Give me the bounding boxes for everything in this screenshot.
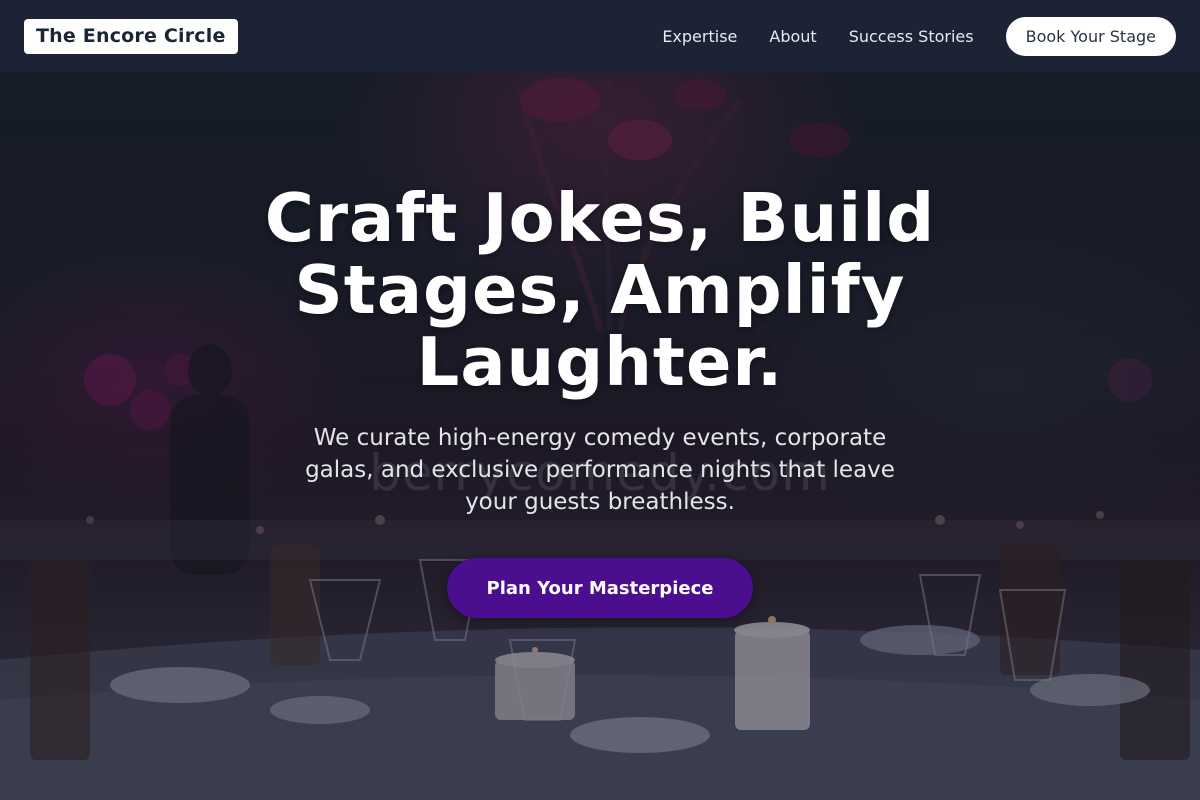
nav-link-about[interactable]: About <box>769 27 816 46</box>
nav-link-expertise[interactable]: Expertise <box>662 27 737 46</box>
hero-title: Craft Jokes, Build Stages, Amplify Laugh… <box>200 182 1000 398</box>
main-nav: Expertise About Success Stories Book You… <box>662 16 1176 56</box>
hero-title-line-3: Laughter. <box>416 323 784 401</box>
hero-subtitle: We curate high-energy comedy events, cor… <box>305 425 895 515</box>
nav-link-success-stories[interactable]: Success Stories <box>849 27 974 46</box>
landing-page: The Encore Circle Expertise About Succes… <box>0 0 1200 800</box>
book-your-stage-button[interactable]: Book Your Stage <box>1005 16 1176 56</box>
site-header: The Encore Circle Expertise About Succes… <box>0 0 1200 72</box>
hero-section: berrycomedy.com Craft Jokes, Build Stage… <box>0 72 1200 800</box>
site-logo[interactable]: The Encore Circle <box>24 18 238 54</box>
hero-title-line-1: Craft Jokes, Build <box>264 179 936 257</box>
plan-your-masterpiece-button[interactable]: Plan Your Masterpiece <box>447 558 753 618</box>
hero-title-line-2: Stages, Amplify <box>294 251 906 329</box>
